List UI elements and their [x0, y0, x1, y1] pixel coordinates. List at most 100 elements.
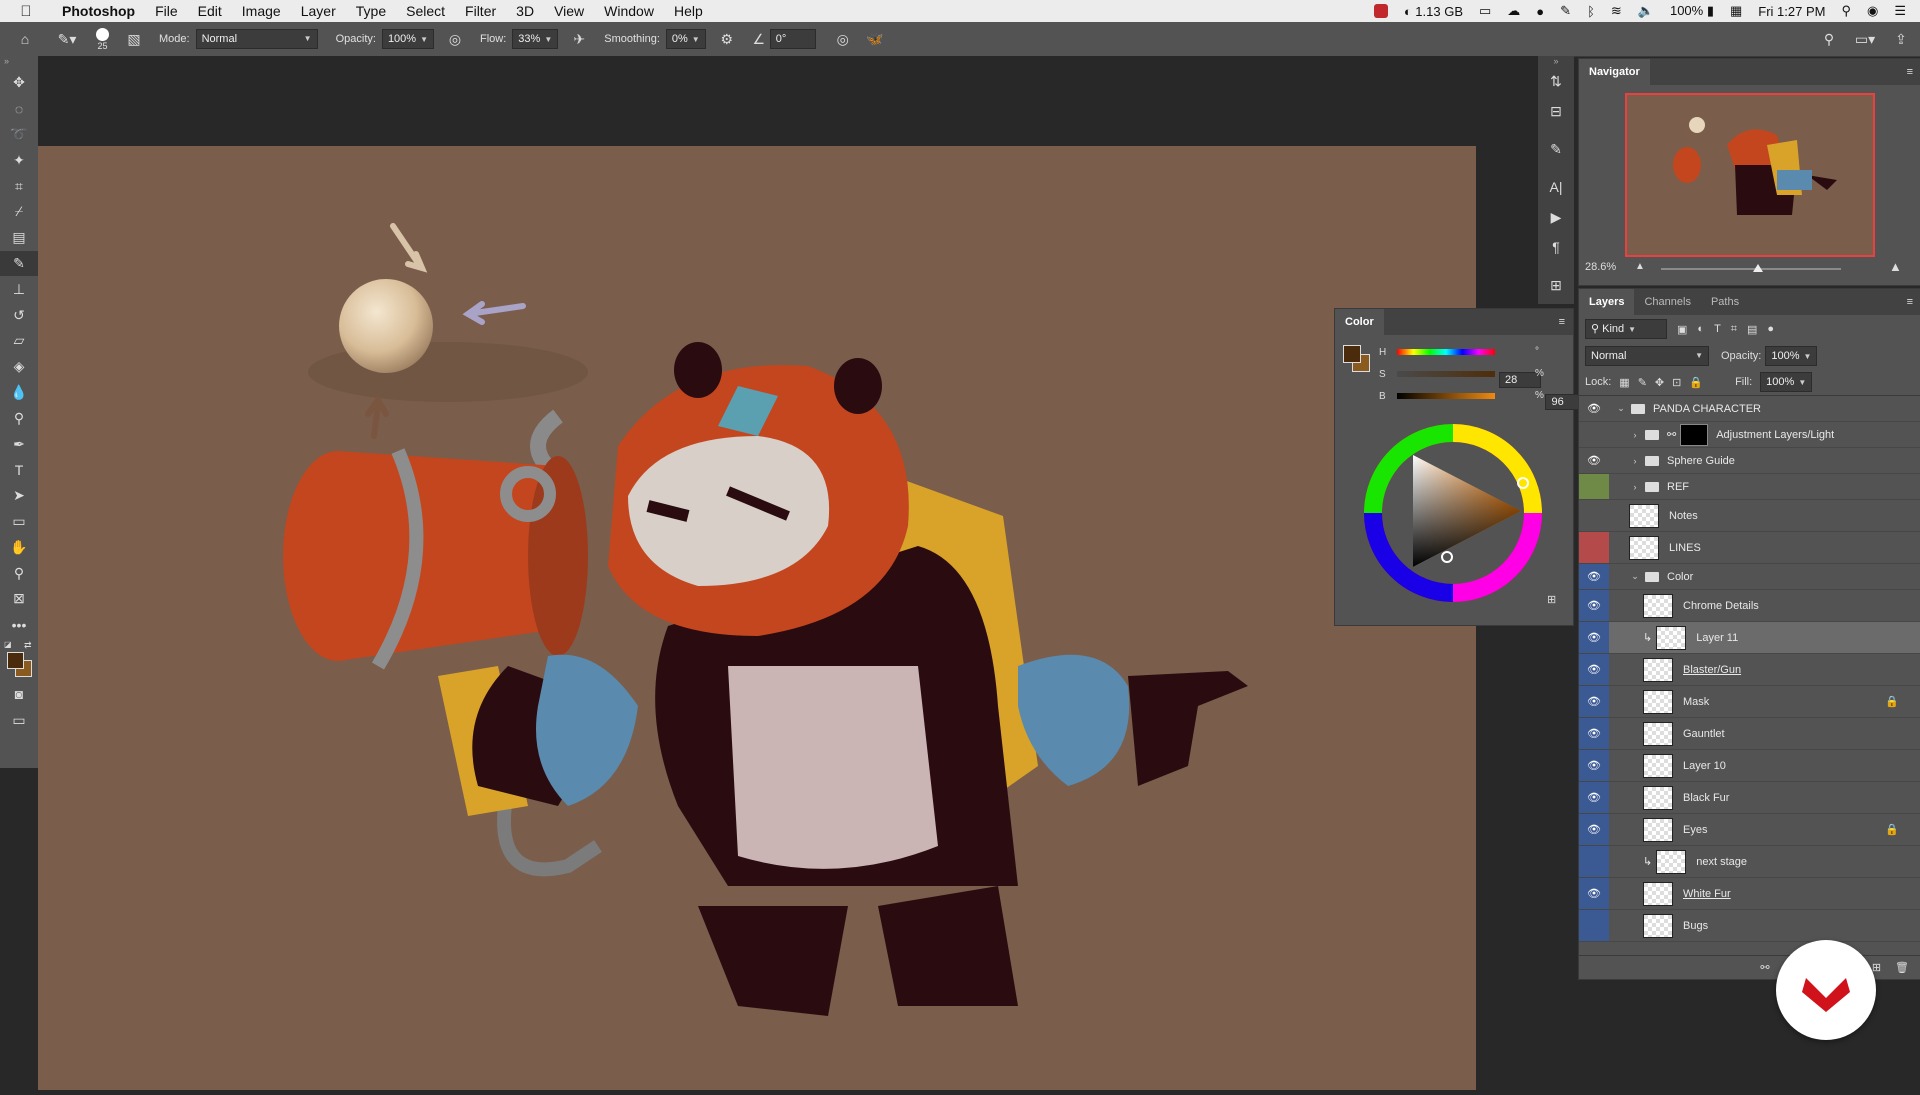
canvas-area[interactable] [38, 56, 1544, 1090]
eraser-icon[interactable]: ▱ [0, 328, 38, 354]
layer-thumbnail[interactable] [1656, 625, 1687, 650]
tab-layers[interactable]: Layers [1579, 289, 1635, 315]
layer-name[interactable]: Layer 10 [1683, 760, 1726, 772]
apple-menu-icon[interactable]:  [0, 3, 52, 20]
layer-thumbnail[interactable] [1629, 503, 1659, 528]
menu-help[interactable]: Help [664, 0, 713, 22]
zoom-slider[interactable] [1661, 264, 1841, 272]
menu-file[interactable]: File [145, 0, 188, 22]
lock-transparent-icon[interactable]: ▦ [1619, 376, 1629, 389]
filter-kind-select[interactable]: ⚲ Kind ▼ [1585, 319, 1667, 339]
gear-icon[interactable]: ⚙ [716, 28, 738, 50]
lasso-icon[interactable]: ➰ [0, 122, 38, 148]
eye-icon[interactable]: 👁 [1579, 396, 1609, 421]
lock-all-icon[interactable]: 🔒 [1689, 376, 1703, 389]
mode-select[interactable]: Normal ▼ [195, 29, 318, 49]
panel-menu-icon[interactable]: ≡ [1907, 66, 1913, 78]
layer-group-row[interactable]: › ⚯ Adjustment Layers/Light [1579, 422, 1920, 448]
eye-icon[interactable]: 👁 [1579, 654, 1609, 685]
layer-row[interactable]: 👁 Eyes 🔒 [1579, 814, 1920, 846]
mask-link-icon[interactable]: ⚯ [1667, 428, 1676, 441]
filter-type-icon[interactable]: T [1714, 323, 1721, 335]
layer-name[interactable]: Color [1667, 571, 1693, 583]
crop-icon[interactable]: ⌗ [0, 173, 38, 199]
hue-slider[interactable] [1397, 349, 1495, 355]
navigator-thumbnail[interactable] [1625, 93, 1875, 257]
history-icon[interactable]: ⇅ [1538, 66, 1574, 96]
layer-group-row[interactable]: 👁 ⌄ PANDA CHARACTER [1579, 396, 1920, 422]
wifi-icon[interactable]: ≋ [1611, 3, 1622, 19]
brightness-slider[interactable] [1397, 393, 1495, 399]
quick-mask-icon[interactable]: ◙ [0, 682, 38, 708]
layer-row[interactable]: 👁 Mask 🔒 [1579, 686, 1920, 718]
foreground-color-swatch[interactable] [1343, 345, 1361, 363]
layer-thumbnail[interactable] [1656, 849, 1687, 874]
eye-icon[interactable]: 👁 [1579, 718, 1609, 749]
layer-name[interactable]: Eyes [1683, 824, 1707, 836]
layer-thumbnail[interactable] [1643, 817, 1673, 842]
search-icon[interactable]: ⚲ [1818, 28, 1840, 50]
layer-name[interactable]: Mask [1683, 696, 1709, 708]
menu-filter[interactable]: Filter [455, 0, 506, 22]
layer-thumbnail[interactable] [1643, 785, 1673, 810]
zoom-in-icon[interactable]: ▲ [1889, 259, 1902, 274]
menu-edit[interactable]: Edit [188, 0, 232, 22]
layer-name[interactable]: Bugs [1683, 920, 1708, 932]
color-wheel[interactable] [1361, 421, 1545, 605]
character-icon[interactable]: A| [1538, 172, 1574, 202]
paragraph-icon[interactable]: ¶ [1538, 232, 1574, 262]
actions-icon[interactable]: ▶ [1538, 202, 1574, 232]
filter-shape-icon[interactable]: ⌗ [1731, 323, 1737, 336]
eye-icon[interactable]: 👁 [1579, 564, 1609, 589]
calendar-icon[interactable]: ▦ [1730, 3, 1742, 19]
layer-group-row[interactable]: › REF [1579, 474, 1920, 500]
layer-name[interactable]: Layer 11 [1696, 632, 1738, 644]
layer-row[interactable]: 👁 Black Fur [1579, 782, 1920, 814]
zoom-icon[interactable]: ⚲ [0, 560, 38, 586]
siri-icon[interactable]: ◉ [1867, 3, 1878, 19]
brush-settings-panel-icon[interactable]: ✎ [1538, 134, 1574, 164]
panel-menu-icon[interactable]: ≡ [1907, 296, 1913, 308]
move-tool-icon[interactable]: ✥ [0, 70, 38, 96]
layer-row[interactable]: 👁 Blaster/Gun [1579, 654, 1920, 686]
tab-paths[interactable]: Paths [1701, 289, 1749, 315]
lock-artboard-icon[interactable]: ⊡ [1672, 376, 1681, 389]
navigator-title[interactable]: Navigator [1579, 59, 1650, 85]
layer-row[interactable]: 👁 ↳ Layer 11 [1579, 622, 1920, 654]
screen-mode-icon[interactable]: ▭ [0, 707, 38, 733]
app-menu[interactable]: Photoshop [52, 0, 145, 22]
brush-preset-icon[interactable]: ✎▾ [56, 28, 78, 50]
navigator-zoom-value[interactable]: 28.6% [1585, 261, 1616, 273]
fill-field[interactable]: 100% ▼ [1760, 372, 1813, 392]
table-icon[interactable]: ⊞ [1538, 270, 1574, 300]
pen-icon[interactable]: ✒ [0, 431, 38, 457]
visibility-toggle[interactable] [1579, 532, 1609, 563]
opacity-field[interactable]: 100% ▼ [381, 29, 434, 49]
menu-type[interactable]: Type [346, 0, 396, 22]
display-icon[interactable]: ▭ [1479, 3, 1491, 19]
ellipse-marquee-icon[interactable]: ◌ [0, 96, 38, 122]
menu-3d[interactable]: 3D [506, 0, 544, 22]
layer-row[interactable]: ↳ next stage [1579, 846, 1920, 878]
filter-toggle-icon[interactable]: ● [1767, 323, 1774, 335]
zoom-out-icon[interactable]: ▲ [1635, 261, 1645, 272]
menu-window[interactable]: Window [594, 0, 664, 22]
layer-row[interactable]: Bugs [1579, 910, 1920, 942]
collapse-icon[interactable]: » [0, 56, 38, 70]
layer-name[interactable]: next stage [1696, 856, 1747, 868]
eye-icon[interactable]: 👁 [1579, 750, 1609, 781]
workspace-icon[interactable]: ▭▾ [1854, 28, 1876, 50]
document-canvas[interactable] [38, 146, 1476, 1090]
visibility-toggle[interactable] [1579, 422, 1609, 447]
default-colors-icon[interactable]: ◪ [4, 640, 12, 649]
layer-row[interactable]: Notes [1579, 500, 1920, 532]
layer-thumbnail[interactable] [1643, 593, 1673, 618]
layer-thumbnail[interactable] [1643, 721, 1673, 746]
visibility-toggle[interactable] [1579, 474, 1609, 499]
layer-opacity-field[interactable]: 100% ▼ [1765, 346, 1818, 366]
flow-field[interactable]: 33% ▼ [512, 29, 559, 49]
properties-icon[interactable]: ⊟ [1538, 96, 1574, 126]
eye-icon[interactable]: 👁 [1579, 622, 1609, 653]
layer-name[interactable]: White Fur [1683, 888, 1731, 900]
chevron-right-icon[interactable]: › [1629, 456, 1641, 466]
